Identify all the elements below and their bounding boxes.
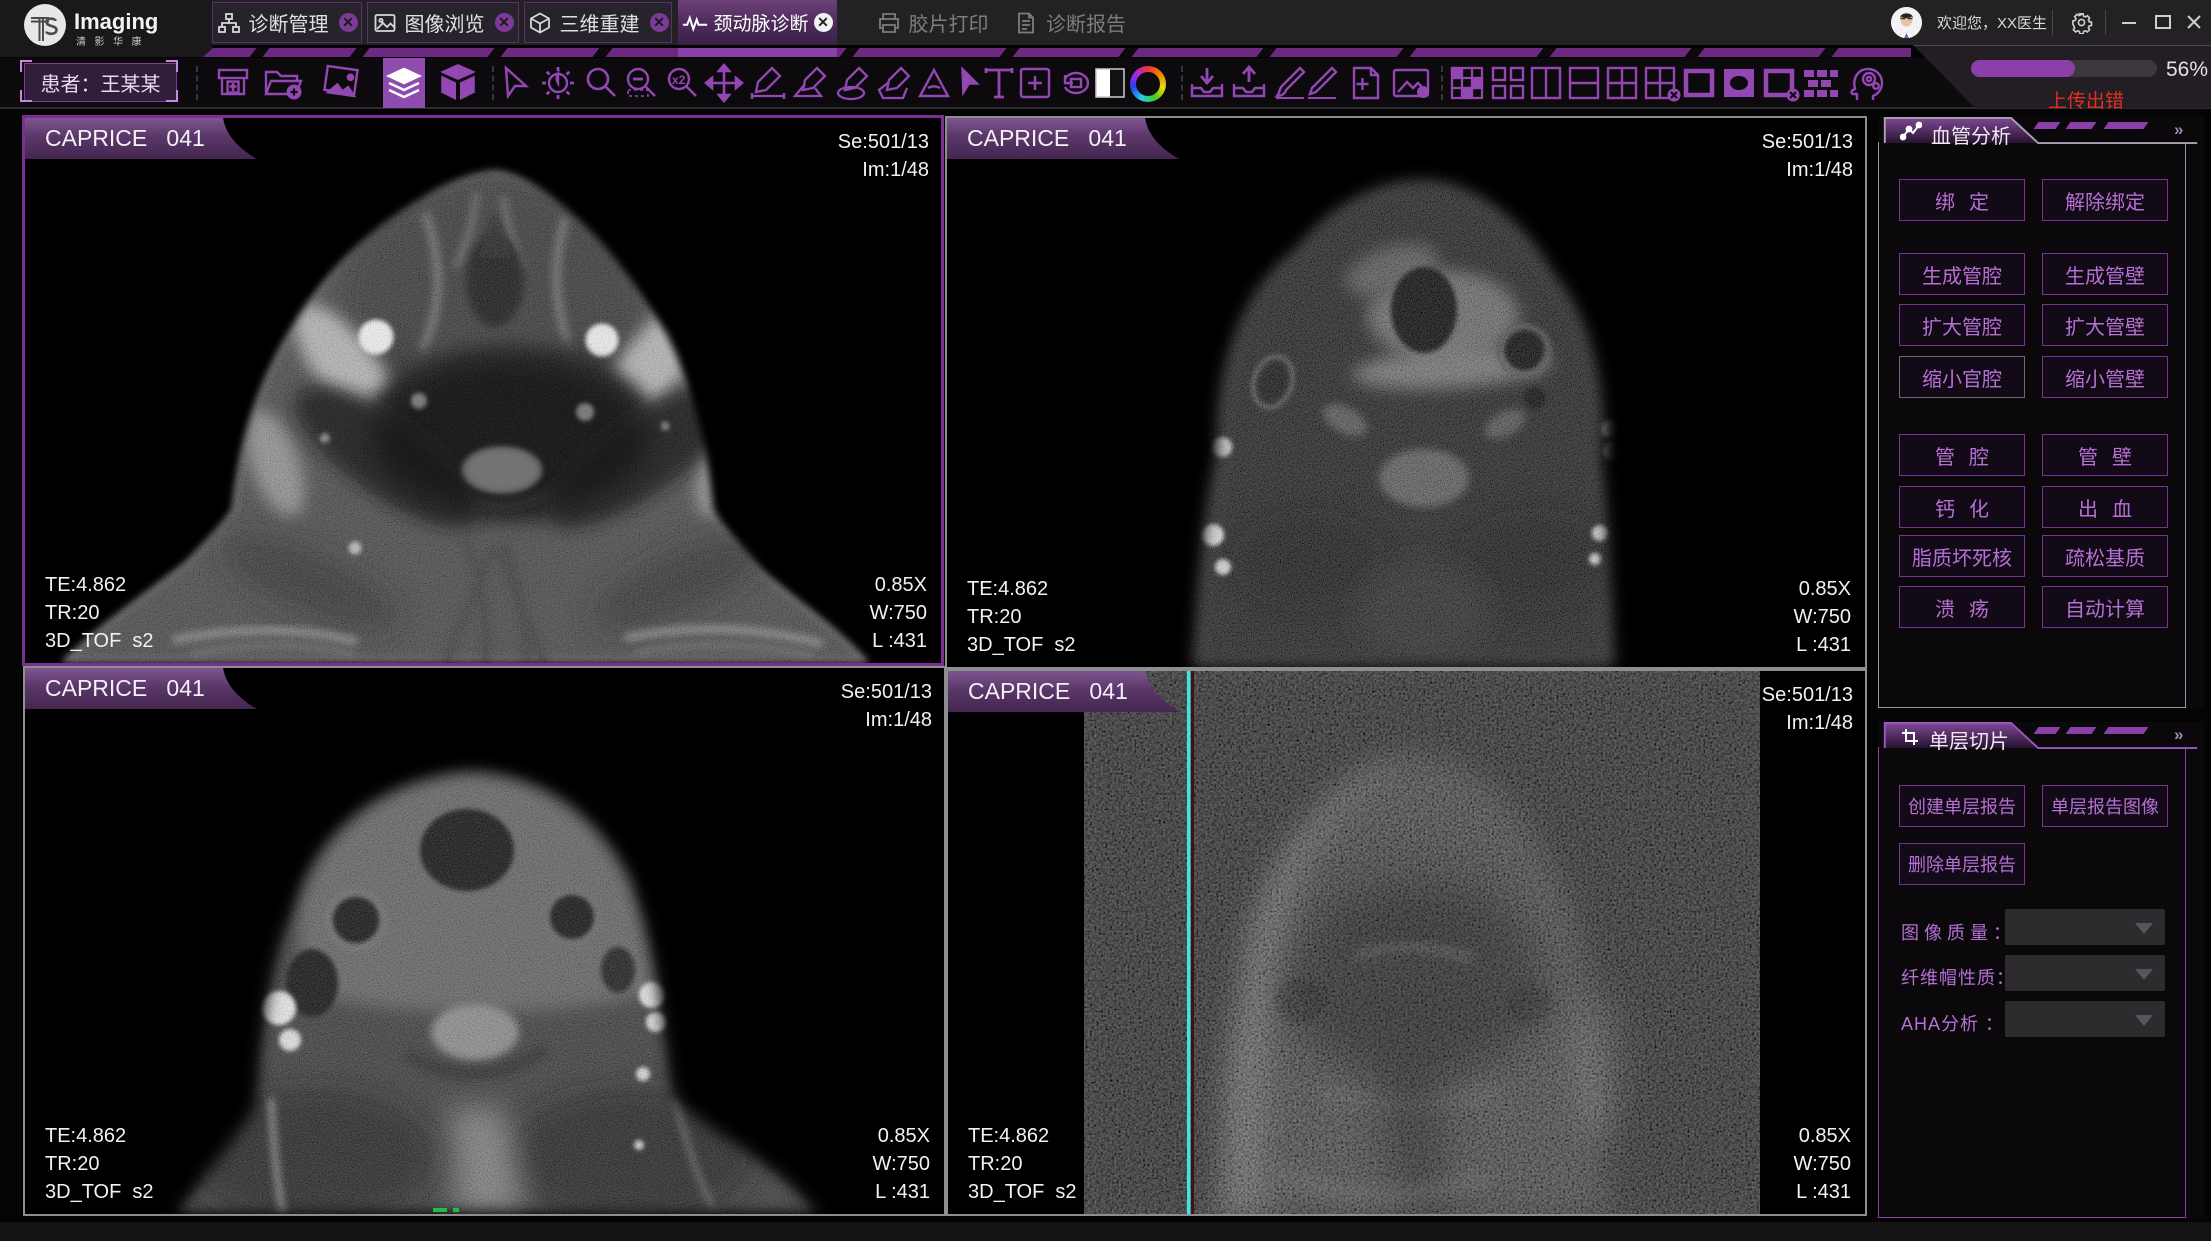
svg-text:x2: x2: [672, 73, 686, 87]
